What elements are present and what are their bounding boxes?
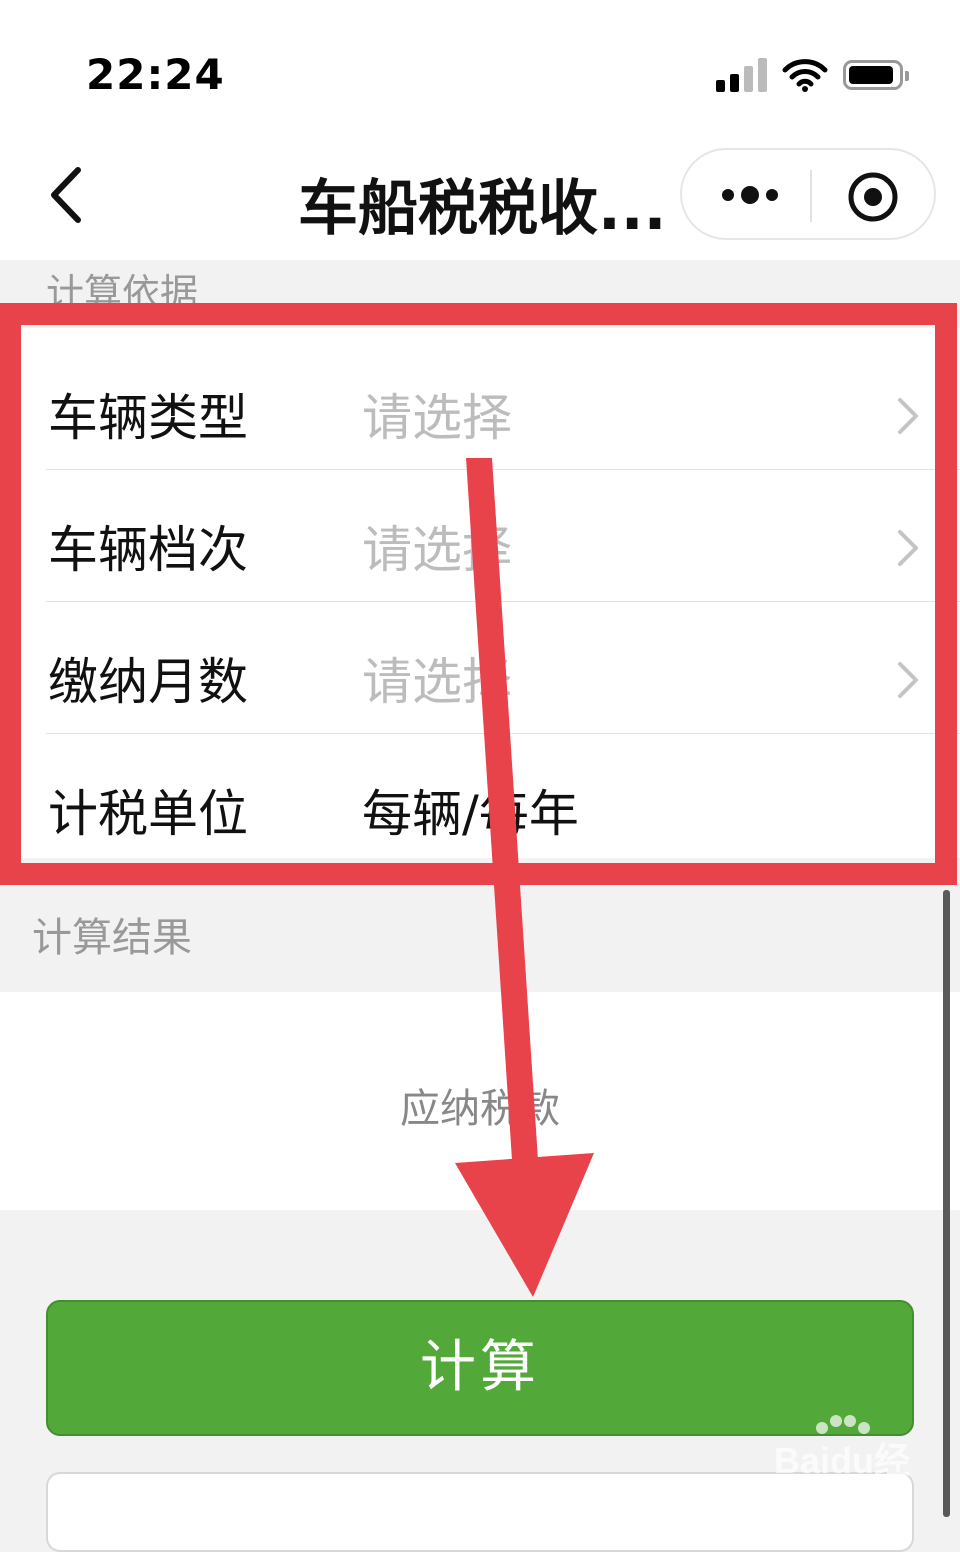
page-title: 车船税税收... [298, 174, 667, 244]
row-label: 车辆档次 [48, 521, 248, 579]
status-time: 22:24 [86, 50, 225, 99]
mini-program-capsule [680, 148, 936, 240]
tax-payable-label: 应纳税款 [400, 1086, 560, 1132]
row-vehicle-grade[interactable]: 车辆档次 请选择 [0, 470, 960, 602]
section-title-result: 计算结果 [32, 915, 192, 961]
payment-months-select[interactable]: 请选择 [362, 642, 512, 714]
row-tax-unit: 计税单位 每辆/每年 [0, 734, 960, 866]
chevron-right-icon [898, 398, 918, 434]
scrollbar[interactable] [943, 890, 950, 1517]
row-vehicle-type[interactable]: 车辆类型 请选择 [0, 338, 960, 470]
close-program-icon[interactable] [846, 170, 900, 224]
vehicle-type-select[interactable]: 请选择 [362, 378, 512, 450]
status-bar: 22:24 [0, 0, 960, 130]
calculate-button[interactable]: 计算 [46, 1300, 914, 1436]
capsule-divider [810, 170, 812, 222]
chevron-right-icon [898, 662, 918, 698]
watermark-url: jingyan.baidu.com [740, 1476, 886, 1496]
tax-unit-value: 每辆/每年 [362, 785, 579, 843]
section-title-basis: 计算依据 [46, 271, 199, 315]
row-label: 车辆类型 [48, 389, 248, 447]
row-payment-months[interactable]: 缴纳月数 请选择 [0, 602, 960, 734]
result-panel: 应纳税款 [0, 992, 960, 1210]
row-label: 缴纳月数 [48, 653, 248, 711]
more-options-icon[interactable] [718, 180, 782, 210]
vehicle-grade-select[interactable]: 请选择 [362, 510, 512, 582]
chevron-right-icon [898, 530, 918, 566]
cellular-signal-icon [716, 58, 770, 92]
baidu-watermark: Baidu经验 jingyan.baidu.com [736, 1415, 912, 1533]
nav-bar: 车船税税收... [0, 130, 960, 260]
row-label: 计税单位 [48, 785, 248, 843]
back-chevron-icon[interactable] [40, 160, 100, 230]
battery-icon [843, 60, 909, 90]
tax-basis-form: 车辆类型 请选择 车辆档次 请选择 缴纳月数 请选择 计税单位 每辆/每年 [0, 328, 960, 858]
wifi-icon [782, 59, 828, 92]
